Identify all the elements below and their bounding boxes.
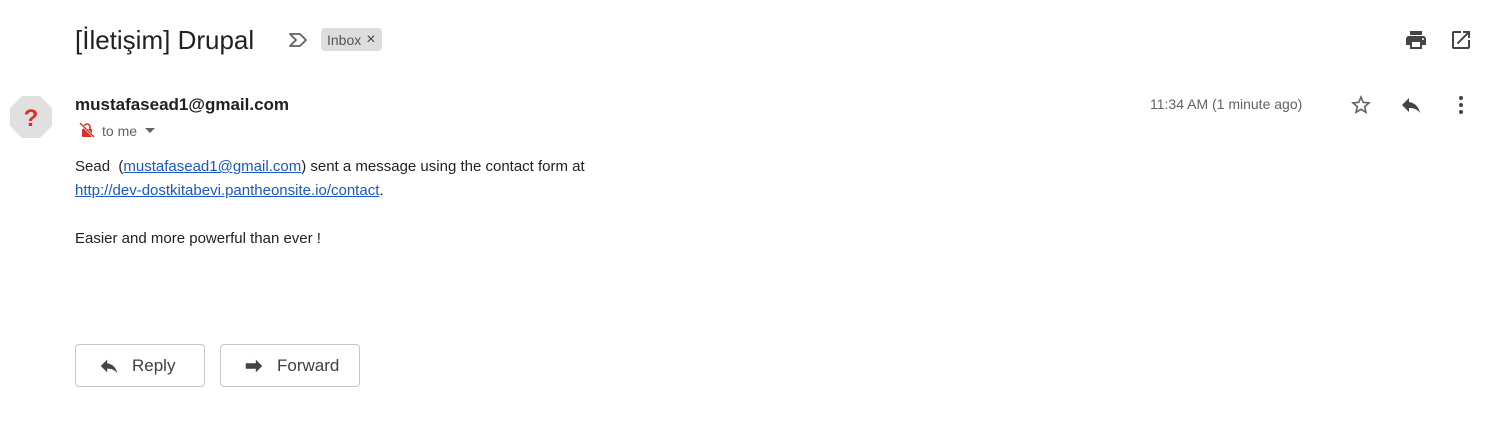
url-suffix: . bbox=[379, 182, 384, 199]
message-body: Sead (mustafasead1@gmail.com) sent a mes… bbox=[75, 155, 975, 251]
chevron-down-icon[interactable] bbox=[143, 123, 157, 140]
star-icon[interactable] bbox=[1349, 93, 1373, 117]
message-text: Easier and more powerful than ever ! bbox=[75, 230, 321, 247]
open-in-new-window-icon[interactable] bbox=[1449, 28, 1473, 52]
sender-email-link[interactable]: mustafasead1@gmail.com bbox=[123, 158, 301, 175]
important-marker-icon[interactable] bbox=[287, 29, 309, 51]
body-line-1: Sead (mustafasead1@gmail.com) sent a mes… bbox=[75, 158, 585, 175]
unencrypted-lock-icon bbox=[78, 121, 96, 142]
recipient-label: to me bbox=[102, 123, 138, 139]
email-subject: [İletişim] Drupal bbox=[75, 25, 255, 55]
contact-name: Sead bbox=[75, 158, 111, 175]
forward-button-icon bbox=[245, 359, 263, 372]
body-line-2: http://dev-dostkitabevi.pantheonsite.io/… bbox=[75, 179, 975, 203]
more-vertical-icon[interactable] bbox=[1449, 93, 1473, 117]
message-timestamp: 11:34 AM (1 minute ago) bbox=[1150, 96, 1303, 112]
reply-button[interactable]: Reply bbox=[75, 344, 205, 387]
recipient-row[interactable]: to me bbox=[78, 121, 157, 141]
sender-email[interactable]: mustafasead1@gmail.com bbox=[75, 95, 289, 115]
contact-url-link[interactable]: http://dev-dostkitabevi.pantheonsite.io/… bbox=[75, 182, 379, 199]
label-chip-text: Inbox bbox=[327, 31, 362, 48]
avatar-glyph: ? bbox=[24, 105, 39, 132]
reply-icon[interactable] bbox=[1399, 93, 1423, 117]
body-sentence: ) sent a message using the contact form … bbox=[301, 158, 585, 175]
reply-button-label: Reply bbox=[132, 355, 176, 375]
remove-label-icon[interactable]: × bbox=[366, 31, 375, 48]
unknown-sender-avatar: ? bbox=[8, 94, 54, 140]
reply-button-icon bbox=[100, 359, 118, 373]
label-chip-inbox: Inbox × bbox=[321, 28, 382, 51]
print-icon[interactable] bbox=[1404, 28, 1428, 52]
forward-button[interactable]: Forward bbox=[220, 344, 360, 387]
forward-button-label: Forward bbox=[277, 355, 340, 375]
